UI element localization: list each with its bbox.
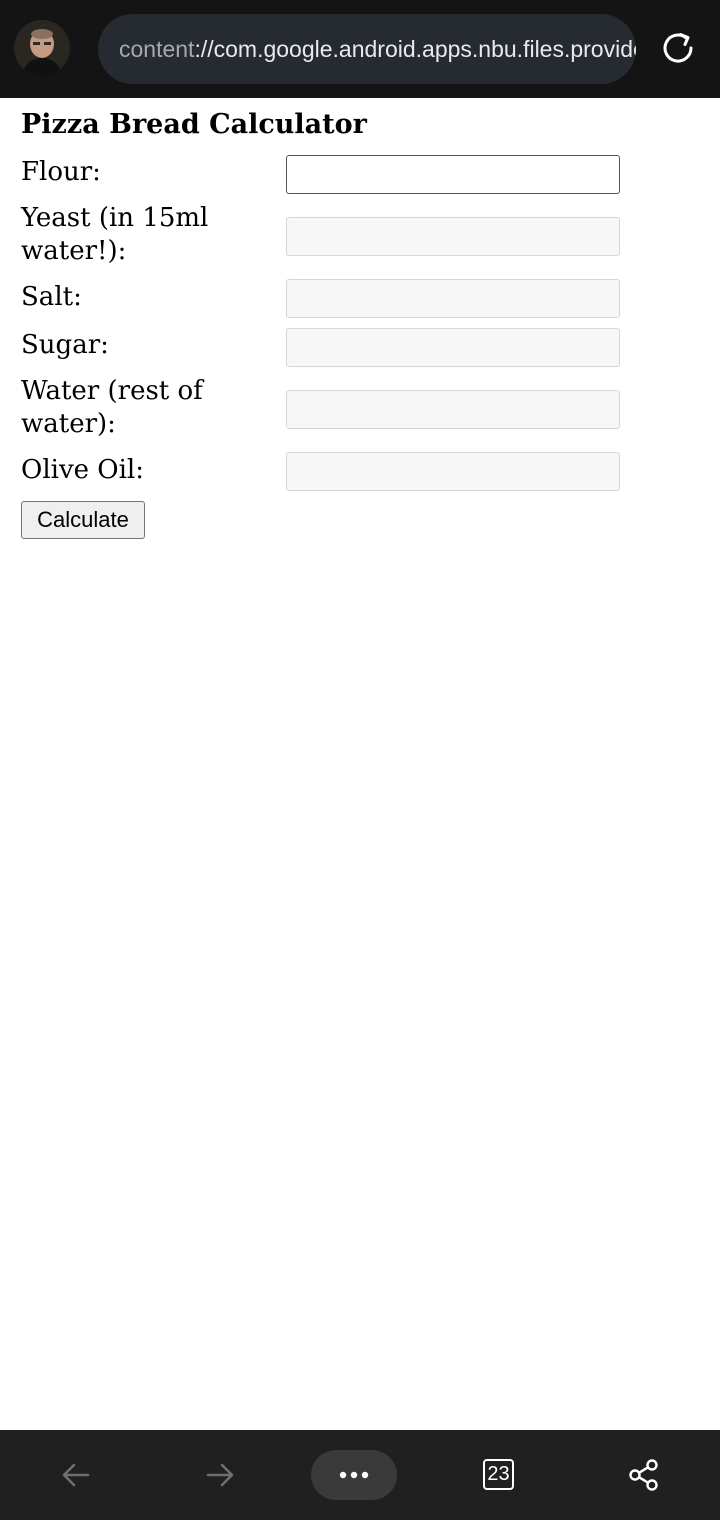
- reload-icon[interactable]: [658, 28, 698, 68]
- calculate-button[interactable]: Calculate: [21, 501, 145, 539]
- yeast-output[interactable]: [286, 217, 620, 256]
- url-path: ://com.google.android.apps.nbu.files.pro…: [194, 36, 636, 62]
- browser-top-bar: content://com.google.android.apps.nbu.fi…: [0, 0, 720, 98]
- avatar-photo-icon: [14, 20, 70, 76]
- water-output[interactable]: [286, 390, 620, 429]
- olive-oil-label: Olive Oil:: [21, 455, 144, 485]
- back-button[interactable]: [46, 1430, 106, 1520]
- page-title: Pizza Bread Calculator: [21, 109, 367, 140]
- flour-label: Flour:: [21, 157, 101, 187]
- back-arrow-icon: [62, 1463, 90, 1487]
- share-button[interactable]: [614, 1430, 674, 1520]
- more-menu-button[interactable]: [311, 1450, 397, 1500]
- sugar-output[interactable]: [286, 328, 620, 367]
- water-label: Water (rest of water):: [21, 376, 203, 439]
- forward-button[interactable]: [190, 1430, 250, 1520]
- web-page: Pizza Bread Calculator Flour: Yeast (in …: [0, 98, 720, 1430]
- salt-output[interactable]: [286, 279, 620, 318]
- yeast-label: Yeast (in 15ml water!):: [21, 203, 209, 266]
- more-dots-icon: [339, 1471, 369, 1479]
- sugar-label: Sugar:: [21, 330, 109, 360]
- tabs-icon[interactable]: 23: [483, 1459, 514, 1490]
- flour-input[interactable]: [286, 155, 620, 194]
- url-scheme: content: [119, 36, 195, 62]
- user-avatar[interactable]: [14, 20, 70, 76]
- browser-bottom-bar: 23: [0, 1430, 720, 1520]
- salt-label: Salt:: [21, 282, 82, 312]
- forward-arrow-icon: [206, 1463, 234, 1487]
- share-icon: [629, 1459, 658, 1491]
- url-bar[interactable]: content://com.google.android.apps.nbu.fi…: [98, 14, 636, 84]
- olive-oil-output[interactable]: [286, 452, 620, 491]
